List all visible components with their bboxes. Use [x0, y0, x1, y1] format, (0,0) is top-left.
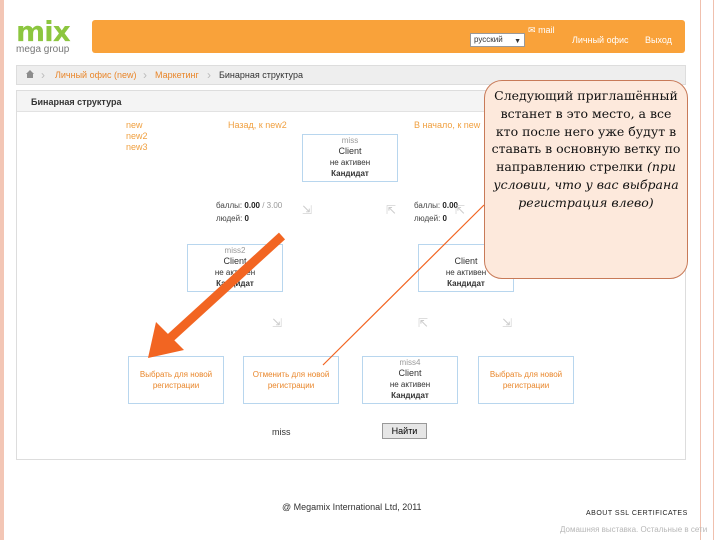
- cancel-for-registration[interactable]: Отменить для новой регистрации: [243, 356, 339, 404]
- node-login: miss: [341, 136, 359, 145]
- right-leg-people: людей: 0: [414, 214, 447, 223]
- branch-arrow-icon: ⇲: [302, 203, 313, 217]
- cabinet-link[interactable]: Личный офис: [572, 35, 629, 45]
- people-label: людей:: [216, 214, 243, 223]
- logo-mark: mix: [16, 15, 71, 48]
- points-max: / 3.00: [262, 201, 283, 210]
- node-rank: Кандидат: [331, 169, 369, 178]
- callout-text: Следующий приглашённый встанет в это мес…: [491, 87, 681, 212]
- select-registration-label: Выбрать для новой регистрации: [489, 370, 563, 390]
- upline-link-new2[interactable]: new2: [126, 131, 148, 141]
- node-login: miss4: [399, 358, 421, 367]
- logo[interactable]: mix mega group: [16, 18, 86, 63]
- node-status: не активен: [214, 268, 256, 277]
- chevron-down-icon: ▼: [514, 38, 521, 45]
- breadcrumb-separator: ›: [207, 68, 211, 82]
- branch-arrow-icon: ⇲: [272, 316, 283, 330]
- annotation-callout: Следующий приглашённый встанет в это мес…: [484, 80, 688, 279]
- node-name: Client: [223, 256, 247, 266]
- left-decor-stripe: [0, 0, 4, 540]
- node-rank: Кандидат: [447, 279, 485, 288]
- node-status: не активен: [389, 380, 431, 389]
- back-link[interactable]: Назад, к new2: [228, 120, 287, 130]
- node-rank: Кандидат: [391, 391, 429, 400]
- select-registration-label: Выбрать для новой регистрации: [139, 370, 213, 390]
- node-name: Client: [398, 368, 422, 378]
- language-value: русский: [474, 35, 503, 44]
- breadcrumb-separator: ›: [41, 68, 45, 82]
- people-label: людей:: [414, 214, 441, 223]
- ssl-certificates-link[interactable]: ABOUT SSL CERTIFICATES: [586, 510, 688, 517]
- mail-link[interactable]: ✉ mail: [528, 25, 555, 36]
- watermark: Домашняя выставка. Остальные в сети: [560, 525, 708, 534]
- cancel-registration-label: Отменить для новой регистрации: [252, 370, 330, 390]
- tree-node-left[interactable]: miss2 Client не активен Кандидат: [187, 244, 283, 292]
- branch-arrow-icon: ⇱: [386, 203, 397, 217]
- branch-arrow-icon: ⇱: [418, 316, 429, 330]
- search-input[interactable]: [272, 425, 372, 439]
- branch-arrow-icon: ⇱: [455, 203, 466, 217]
- tree-node-top[interactable]: miss Client не активен Кандидат: [302, 134, 398, 182]
- mail-label: mail: [538, 25, 555, 35]
- people-value: 0: [442, 214, 447, 223]
- left-leg-points: баллы: 0.00 / 3.00: [216, 201, 282, 210]
- right-decor-stripe: [700, 0, 714, 540]
- find-button[interactable]: Найти: [382, 423, 427, 439]
- logout-link[interactable]: Выход: [645, 35, 672, 45]
- people-value: 0: [244, 214, 249, 223]
- top-bar: русский ▼ ✉ mail Личный офис Выход: [92, 20, 685, 53]
- points-label: баллы:: [216, 201, 243, 210]
- left-leg-people: людей: 0: [216, 214, 249, 223]
- tree-node-bottom[interactable]: miss4 Client не активен Кандидат: [362, 356, 458, 404]
- start-link[interactable]: В начало, к new: [414, 120, 480, 130]
- points-value: 0.00: [244, 201, 260, 210]
- breadcrumb-item-cabinet[interactable]: Личный офис (new): [55, 70, 137, 80]
- logo-subtitle: mega group: [16, 44, 70, 55]
- select-for-registration-right[interactable]: Выбрать для новой регистрации: [478, 356, 574, 404]
- home-icon[interactable]: [25, 69, 35, 79]
- node-login: miss2: [224, 246, 246, 255]
- node-rank: Кандидат: [216, 279, 254, 288]
- panel-title: Бинарная структура: [31, 97, 122, 107]
- node-name: Client: [338, 146, 362, 156]
- breadcrumb-item-current: Бинарная структура: [219, 70, 303, 80]
- mail-icon: ✉: [528, 25, 536, 35]
- points-label: баллы:: [414, 201, 441, 210]
- breadcrumb-separator: ›: [143, 68, 147, 82]
- branch-arrow-icon: ⇲: [502, 316, 513, 330]
- upline-link-new3[interactable]: new3: [126, 142, 148, 152]
- language-select[interactable]: русский ▼: [470, 33, 525, 47]
- copyright: @ Megamix International Ltd, 2011: [282, 502, 422, 512]
- right-leg-points: баллы: 0.00: [414, 201, 458, 210]
- node-status: не активен: [329, 158, 371, 167]
- select-for-registration-left[interactable]: Выбрать для новой регистрации: [128, 356, 224, 404]
- upline-link-new[interactable]: new: [126, 120, 143, 130]
- breadcrumb-item-marketing[interactable]: Маркетинг: [155, 70, 199, 80]
